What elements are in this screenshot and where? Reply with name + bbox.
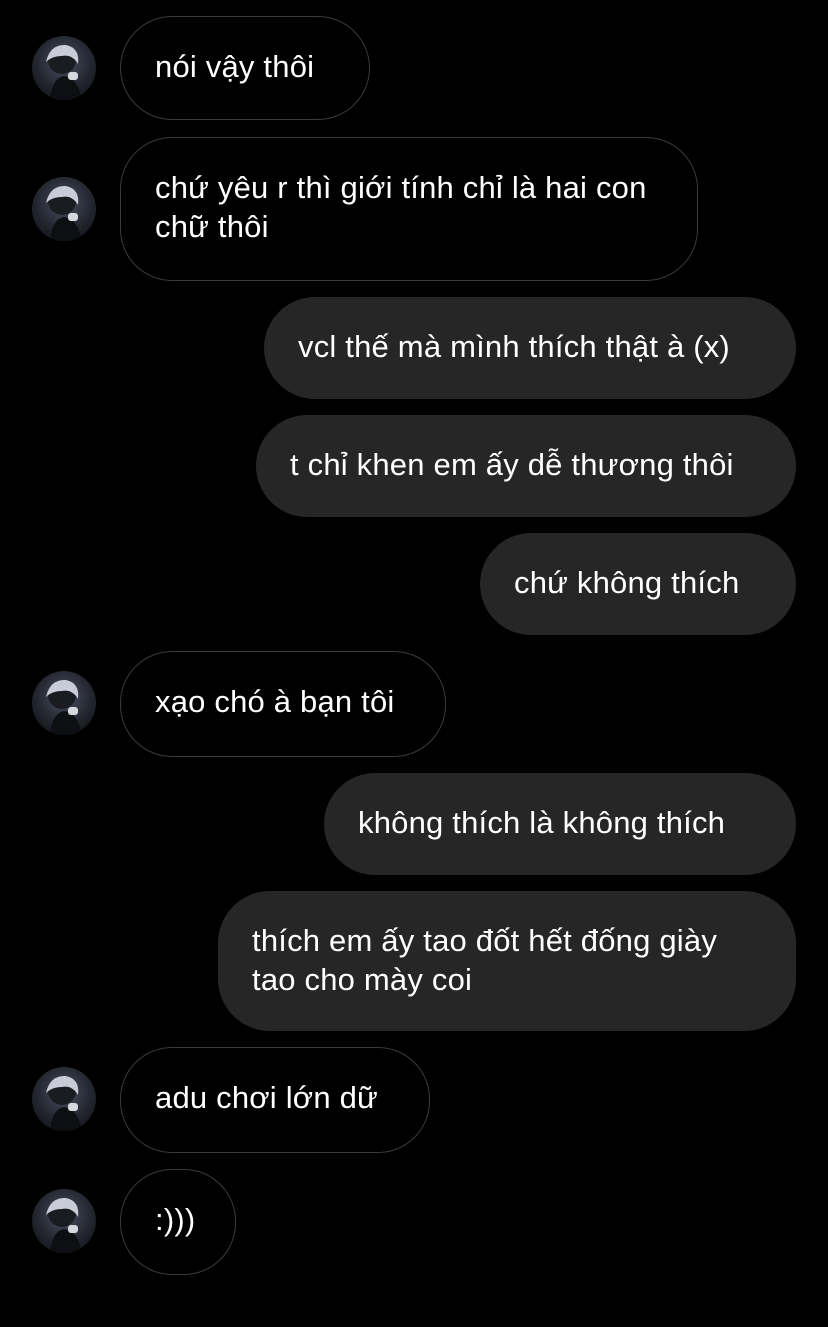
message-text: adu chơi lớn dữ — [155, 1080, 378, 1115]
avatar[interactable] — [32, 1189, 96, 1253]
message-text: vcl thế mà mình thích thật à (x) — [298, 329, 730, 364]
profile-photo-icon — [46, 679, 82, 735]
avatar[interactable] — [32, 36, 96, 100]
sent-message-bubble[interactable]: thích em ấy tao đốt hết đống giày tao ch… — [218, 891, 796, 1031]
received-message-bubble[interactable]: :))) — [120, 1169, 236, 1275]
profile-photo-icon — [46, 1075, 82, 1131]
sent-message-bubble[interactable]: t chỉ khen em ấy dễ thương thôi — [256, 415, 796, 517]
sent-message-bubble[interactable]: không thích là không thích — [324, 773, 796, 875]
message-text: chứ yêu r thì giới tính chỉ là hai con c… — [155, 170, 647, 244]
message-text: nói vậy thôi — [155, 49, 315, 84]
sent-message-bubble[interactable]: chứ không thích — [480, 533, 796, 635]
avatar[interactable] — [32, 1067, 96, 1131]
received-message-bubble[interactable]: chứ yêu r thì giới tính chỉ là hai con c… — [120, 137, 698, 281]
profile-photo-icon — [46, 1197, 82, 1253]
message-text: :))) — [155, 1202, 196, 1237]
message-text: không thích là không thích — [358, 805, 726, 840]
sent-message-bubble[interactable]: vcl thế mà mình thích thật à (x) — [264, 297, 796, 399]
message-text: thích em ấy tao đốt hết đống giày tao ch… — [252, 923, 718, 997]
avatar[interactable] — [32, 671, 96, 735]
avatar[interactable] — [32, 177, 96, 241]
received-message-bubble[interactable]: xạo chó à bạn tôi — [120, 651, 446, 757]
received-message-bubble[interactable]: nói vậy thôi — [120, 16, 370, 120]
profile-photo-icon — [46, 44, 82, 100]
received-message-bubble[interactable]: adu chơi lớn dữ — [120, 1047, 430, 1153]
message-text: t chỉ khen em ấy dễ thương thôi — [290, 447, 734, 482]
message-text: chứ không thích — [514, 565, 740, 600]
message-text: xạo chó à bạn tôi — [155, 684, 395, 719]
profile-photo-icon — [46, 185, 82, 241]
